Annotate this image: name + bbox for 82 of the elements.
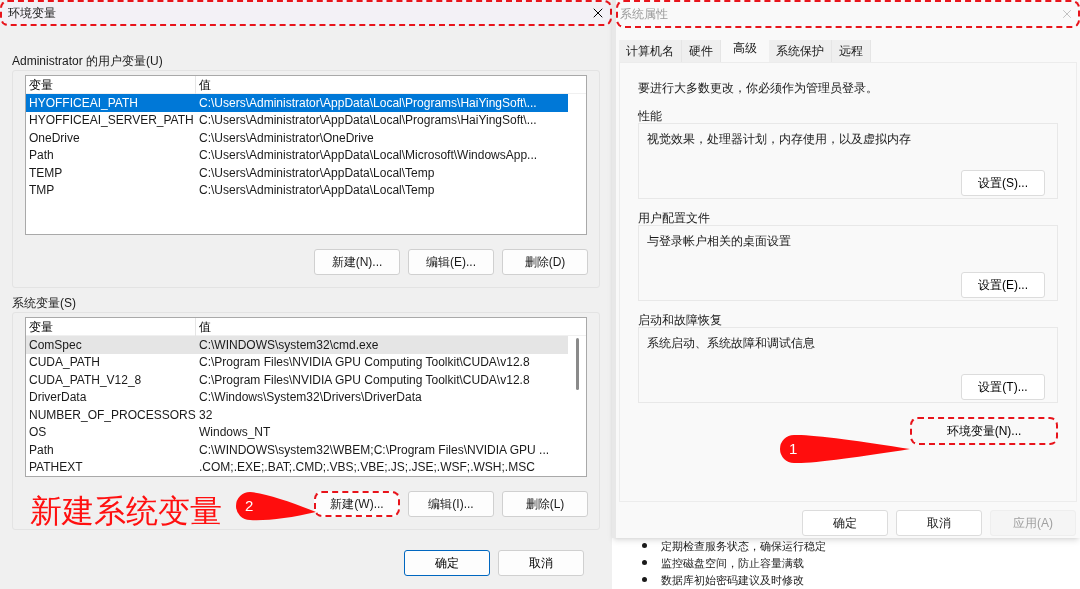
- dialog-button[interactable]: 确定: [802, 510, 888, 536]
- window-title: 环境变量: [8, 5, 56, 22]
- variable-value: C:\Users\Administrator\OneDrive: [198, 129, 374, 147]
- variable-value: C:\WINDOWS\system32\cmd.exe: [198, 336, 379, 354]
- variable-name: CUDA_PATH_V12_8: [28, 371, 143, 389]
- bullet-text: 监控磁盘空间，防止容量满载: [661, 555, 804, 570]
- environment-variables-button[interactable]: 环境变量(N)...: [910, 417, 1058, 445]
- variable-name: PATHEXT: [28, 459, 84, 476]
- settings-button[interactable]: 设置(S)...: [961, 170, 1045, 196]
- group-description: 系统启动、系统故障和调试信息: [647, 335, 816, 352]
- callout-number: 1: [789, 440, 798, 458]
- variable-name: TEMP: [28, 164, 64, 182]
- group-label: 用户配置文件: [638, 210, 711, 225]
- variable-value: C:\Users\Administrator\AppData\Local\Programs\HaiYingSoft\...: [198, 94, 537, 112]
- variable-name: HYOFFICEAI_SERVER_PATH: [28, 112, 195, 130]
- variable-name: OneDrive: [28, 129, 81, 147]
- group-description: 视觉效果，处理器计划，内存使用，以及虚拟内存: [647, 131, 912, 148]
- tab[interactable]: 计算机名: [619, 40, 682, 62]
- variable-row[interactable]: PATHEXT .COM;.EXE;.BAT;.CMD;.VBS;.VBE;.JS;.JSE;.WSF;.WSH;.MSC: [26, 458, 568, 476]
- variable-value: C:\Program Files\NVIDIA GPU Computing Toolkit\CUDA\v12.8: [198, 371, 530, 389]
- variable-name: HYOFFICEAI_PATH: [28, 94, 139, 112]
- bullet-text: 数据库初始密码建议及时修改: [661, 572, 804, 587]
- variable-value: C:\Users\Administrator\AppData\Local\Programs\HaiYingSoft\...: [198, 112, 537, 130]
- dialog-button[interactable]: 新建(N)...: [314, 249, 400, 275]
- variable-row[interactable]: CUDA_PATH_V12_8 C:\Program Files\NVIDIA GPU Computing Toolkit\CUDA\v12.8: [26, 371, 568, 389]
- column-header[interactable]: 变量: [26, 318, 196, 336]
- variable-row[interactable]: DriverData C:\Windows\System32\Drivers\DriverData: [26, 388, 568, 406]
- variable-row[interactable]: ComSpec C:\WINDOWS\system32\cmd.exe: [26, 336, 568, 354]
- group-label: Administrator 的用户变量(U): [12, 53, 164, 70]
- variable-value: .COM;.EXE;.BAT;.CMD;.VBS;.VBE;.JS;.JSE;.WSF;.WSH;.MSC: [198, 459, 535, 476]
- variable-row[interactable]: Path C:\WINDOWS\system32\WBEM;C:\Program Files\NVIDIA GPU ...: [26, 441, 568, 459]
- dialog-button[interactable]: 取消: [498, 550, 584, 576]
- scrollbar-thumb[interactable]: [576, 338, 579, 390]
- variable-row[interactable]: HYOFFICEAI_PATH C:\Users\Administrator\AppData\Local\Programs\HaiYingSoft\...: [26, 94, 568, 112]
- window-title: 系统属性: [620, 6, 668, 23]
- variable-row[interactable]: Path C:\Users\Administrator\AppData\Local\Microsoft\WindowsApp...: [26, 146, 568, 164]
- dialog-button[interactable]: 编辑(I)...: [408, 491, 494, 517]
- notice-text: 要进行大多数更改，你必须作为管理员登录。: [638, 80, 879, 97]
- variable-value: 32: [198, 406, 213, 424]
- variable-value: C:\Windows\System32\Drivers\DriverData: [198, 389, 422, 407]
- variable-value: C:\Program Files\NVIDIA GPU Computing Toolkit\CUDA\v12.8: [198, 354, 530, 372]
- variable-value: C:\Users\Administrator\AppData\Local\Temp: [198, 182, 435, 200]
- variable-row[interactable]: TEMP C:\Users\Administrator\AppData\Local\Temp: [26, 164, 568, 182]
- variable-value: C:\Users\Administrator\AppData\Local\Microsoft\WindowsApp...: [198, 147, 538, 165]
- variable-row[interactable]: CUDA_PATH C:\Program Files\NVIDIA GPU Computing Toolkit\CUDA\v12.8: [26, 353, 568, 371]
- variable-row[interactable]: TMP C:\Users\Administrator\AppData\Local\Temp: [26, 181, 568, 199]
- variable-name: Path: [28, 441, 55, 459]
- column-header[interactable]: 变量: [26, 76, 196, 94]
- dialog-button[interactable]: 确定: [404, 550, 490, 576]
- variable-name: Path: [28, 147, 55, 165]
- variable-value: C:\Users\Administrator\AppData\Local\Temp: [198, 164, 435, 182]
- dialog-button[interactable]: 删除(L): [502, 491, 588, 517]
- dialog-button[interactable]: 新建(W)...: [314, 491, 400, 517]
- variable-value: Windows_NT: [198, 424, 271, 442]
- group-description: 与登录帐户相关的桌面设置: [647, 233, 792, 250]
- variable-name: CUDA_PATH: [28, 354, 101, 372]
- settings-button[interactable]: 设置(E)...: [961, 272, 1045, 298]
- variable-row[interactable]: HYOFFICEAI_SERVER_PATH C:\Users\Administrator\AppData\Local\Programs\HaiYingSoft\...: [26, 111, 568, 129]
- annotation-caption: 新建系统变量: [30, 493, 222, 529]
- group-label: 系统变量(S): [12, 295, 77, 312]
- settings-button[interactable]: 设置(T)...: [961, 374, 1045, 400]
- variable-row[interactable]: OneDrive C:\Users\Administrator\OneDrive: [26, 129, 568, 147]
- variable-row[interactable]: NUMBER_OF_PROCESSORS 32: [26, 406, 568, 424]
- group-label: 性能: [638, 108, 663, 123]
- column-header[interactable]: 值: [196, 76, 211, 94]
- tab[interactable]: 系统保护: [769, 40, 832, 62]
- variable-row[interactable]: OS Windows_NT: [26, 423, 568, 441]
- tab[interactable]: 硬件: [682, 40, 721, 62]
- callout-number: 2: [245, 497, 254, 515]
- variable-name: OS: [28, 424, 48, 442]
- column-header[interactable]: 值: [196, 318, 211, 336]
- variable-name: ComSpec: [28, 336, 83, 354]
- variable-name: NUMBER_OF_PROCESSORS: [28, 406, 196, 424]
- bullet-text: 定期检查服务状态，确保运行稳定: [661, 538, 826, 553]
- tab[interactable]: 远程: [832, 40, 871, 62]
- dialog-button[interactable]: 编辑(E)...: [408, 249, 494, 275]
- dialog-button[interactable]: 取消: [896, 510, 982, 536]
- group-label: 启动和故障恢复: [638, 312, 723, 327]
- dialog-button[interactable]: 删除(D): [502, 249, 588, 275]
- variable-name: TMP: [28, 182, 56, 200]
- variable-name: DriverData: [28, 389, 88, 407]
- variable-value: C:\WINDOWS\system32\WBEM;C:\Program Files\NVIDIA GPU ...: [198, 441, 550, 459]
